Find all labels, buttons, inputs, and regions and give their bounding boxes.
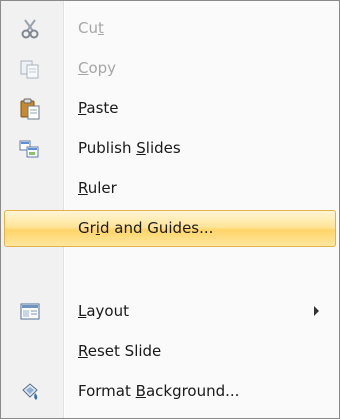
copy-icon <box>19 58 41 80</box>
menu-item-grid-and-guides[interactable]: Grid and Guides... <box>1 208 339 248</box>
menu-item-label: Grid and Guides... <box>78 219 214 237</box>
menu-item-label: Publish Slides <box>78 139 181 157</box>
context-menu: Cut Copy Paste Publish Slides Ruler Grid… <box>0 0 340 419</box>
menu-item-cut[interactable]: Cut <box>1 8 339 48</box>
layout-icon <box>19 301 41 323</box>
publish-slides-icon <box>19 138 41 160</box>
submenu-arrow-icon <box>314 306 319 316</box>
menu-item-label: Cut <box>78 19 104 37</box>
menu-item-label: Reset Slide <box>78 342 162 360</box>
menu-item-reset-slide[interactable]: Reset Slide <box>1 331 339 371</box>
menu-item-label: Ruler <box>78 179 117 197</box>
menu-item-label: Copy <box>78 59 117 77</box>
menu-item-label: Layout <box>78 302 129 320</box>
menu-item-copy[interactable]: Copy <box>1 48 339 88</box>
menu-item-layout[interactable]: Layout <box>1 291 339 331</box>
menu-item-paste[interactable]: Paste <box>1 88 339 128</box>
menu-item-publish-slides[interactable]: Publish Slides <box>1 128 339 168</box>
menu-item-ruler[interactable]: Ruler <box>1 168 339 208</box>
scissors-icon <box>19 18 41 40</box>
menu-item-label: Format Background... <box>78 382 240 400</box>
menu-item-format-background[interactable]: Format Background... <box>1 371 339 411</box>
paste-icon <box>19 98 41 120</box>
menu-item-label: Paste <box>78 99 119 117</box>
format-background-icon <box>19 381 41 403</box>
